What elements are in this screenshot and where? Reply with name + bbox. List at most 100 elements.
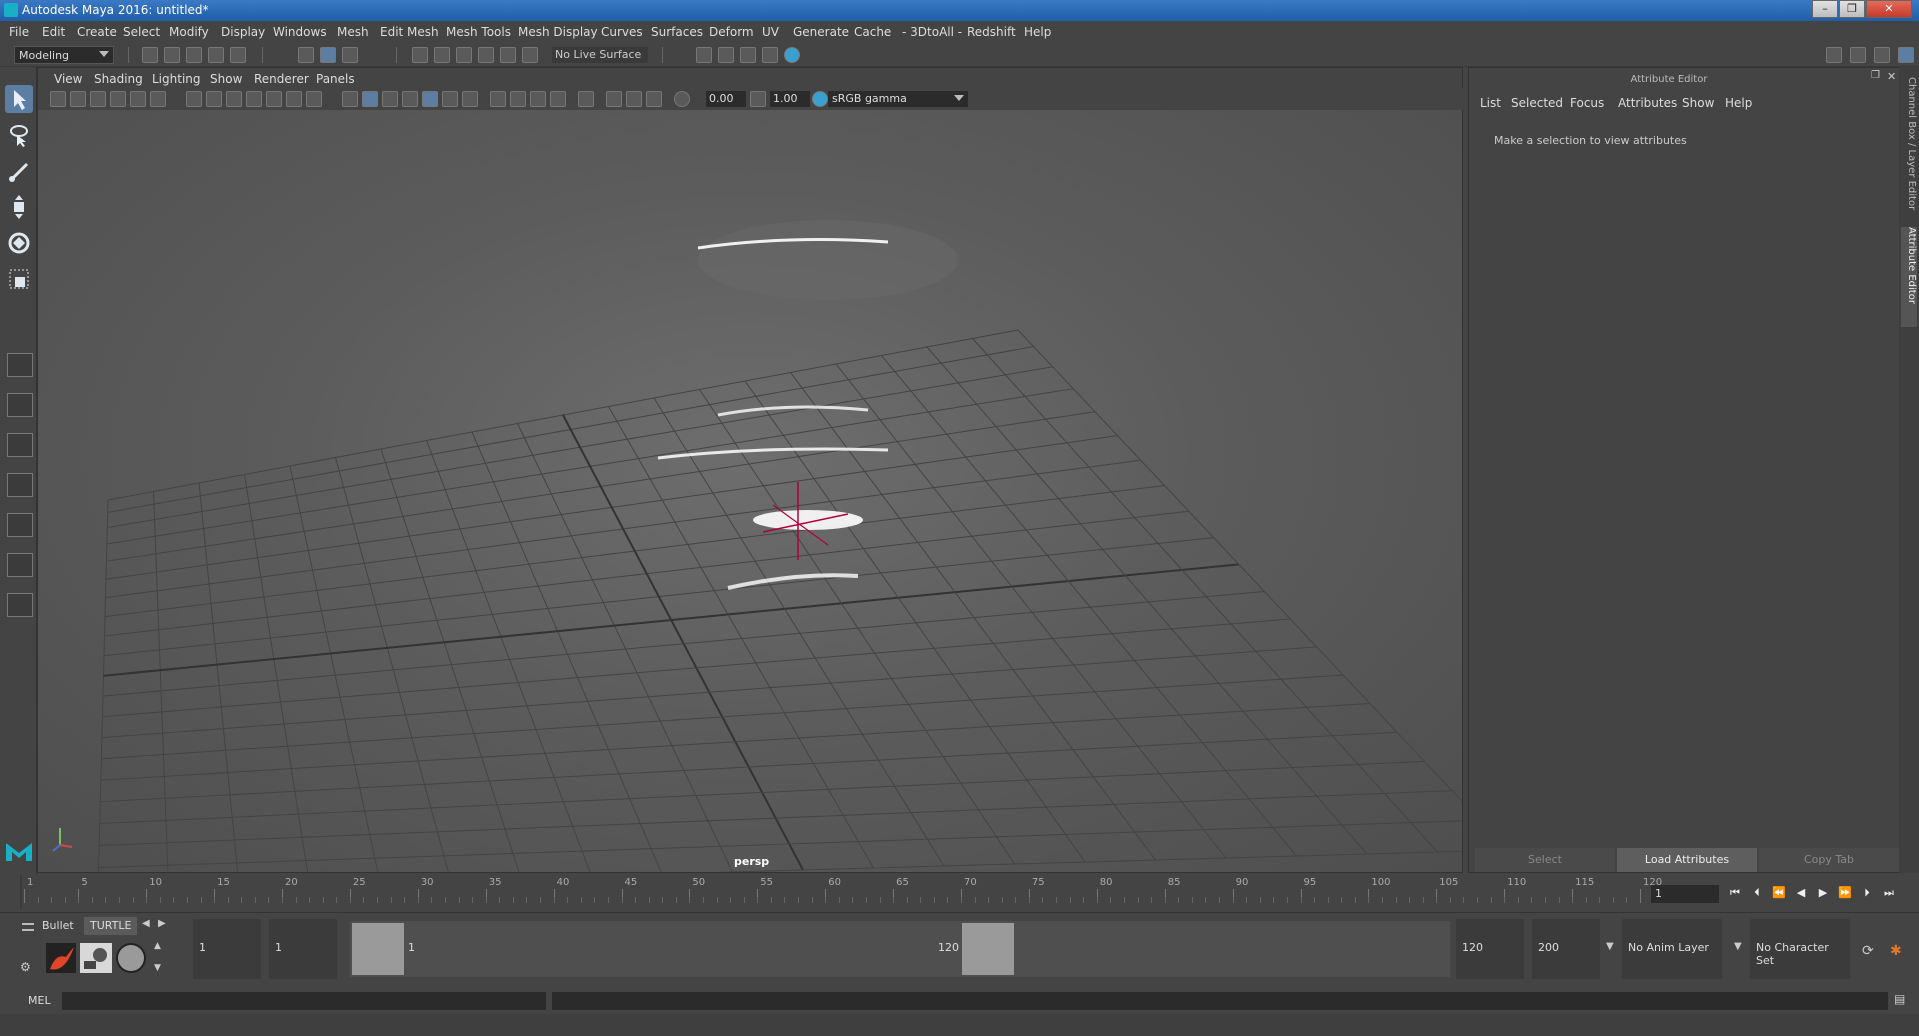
menu-windows[interactable]: Windows [273, 25, 327, 39]
wireframe-icon[interactable] [342, 91, 358, 107]
3d-viewport[interactable]: persp [38, 110, 1462, 872]
menu-help[interactable]: Help [1024, 25, 1051, 39]
go-to-end-icon[interactable]: ⏭ [1882, 886, 1896, 900]
current-frame-marker[interactable] [20, 875, 22, 909]
safe-title-icon[interactable] [306, 91, 322, 107]
ae-copy-tab-button[interactable]: Copy Tab [1759, 848, 1899, 872]
persp-graph-layout-icon[interactable] [7, 473, 33, 497]
new-scene-icon[interactable] [142, 47, 158, 63]
grid-toggle-icon[interactable] [186, 91, 202, 107]
animation-preferences-icon[interactable]: ✱ [1890, 943, 1902, 959]
shelf-render-scene-icon[interactable] [80, 943, 112, 973]
select-camera-icon[interactable] [50, 91, 66, 107]
attribute-editor-tab[interactable]: Attribute Editor [1901, 227, 1917, 327]
animation-end-field[interactable]: 200 [1532, 919, 1600, 979]
shelf-scroll-down-icon[interactable]: ▼ [154, 963, 161, 973]
playback-start-field[interactable]: 1 [269, 919, 337, 979]
range-slider[interactable]: 1 120 [350, 921, 1450, 977]
step-forward-frame-icon[interactable]: ⏵ [1860, 886, 1874, 900]
custom-layout-icon[interactable] [7, 593, 33, 617]
current-frame-field[interactable]: 1 [1651, 885, 1719, 903]
step-back-key-icon[interactable]: ⏪ [1772, 886, 1786, 900]
ae-menu-help[interactable]: Help [1725, 96, 1752, 110]
step-forward-key-icon[interactable]: ⏩ [1838, 886, 1852, 900]
auto-key-icon[interactable]: ⟳ [1862, 943, 1874, 959]
shelf-sphere-icon[interactable] [116, 943, 146, 973]
maximize-button[interactable]: ❐ [1839, 0, 1865, 18]
shelf-menu-icon[interactable] [22, 923, 34, 931]
toggle-attribute-editor-icon[interactable] [1850, 47, 1866, 63]
anti-aliasing-icon[interactable] [550, 91, 566, 107]
menu-display[interactable]: Display [221, 25, 265, 39]
close-panel-icon[interactable]: ✕ [1887, 70, 1896, 83]
menu-create[interactable]: Create [77, 25, 117, 39]
save-scene-icon[interactable] [186, 47, 202, 63]
image-plane-icon[interactable] [110, 91, 126, 107]
grease-pencil-icon[interactable] [150, 91, 166, 107]
menu-mesh[interactable]: Mesh [337, 25, 369, 39]
field-chart-icon[interactable] [266, 91, 282, 107]
textured-icon[interactable] [462, 91, 478, 107]
smooth-shade-icon[interactable] [362, 91, 378, 107]
toggle-tool-settings-icon[interactable] [1874, 47, 1890, 63]
range-start-handle[interactable] [352, 923, 404, 975]
select-by-object-icon[interactable] [320, 47, 336, 63]
lasso-tool-icon[interactable] [5, 121, 33, 149]
mel-input-field[interactable] [62, 992, 546, 1010]
snap-to-point-icon[interactable] [456, 47, 472, 63]
single-perspective-layout-icon[interactable] [7, 353, 33, 377]
panel-menu-shading[interactable]: Shading [94, 72, 143, 86]
xray-active-components-icon[interactable] [626, 91, 642, 107]
character-set-select[interactable]: No Character Set [1750, 919, 1850, 979]
gate-mask-icon[interactable] [246, 91, 262, 107]
step-back-frame-icon[interactable]: ⏴ [1750, 886, 1764, 900]
paint-select-tool-icon[interactable] [5, 157, 33, 185]
ae-menu-show[interactable]: Show [1682, 96, 1714, 110]
menu-3dtoall[interactable]: - 3DtoAll - [902, 25, 962, 39]
menu-set-select[interactable]: Modeling [14, 46, 114, 64]
ae-menu-attributes[interactable]: Attributes [1618, 96, 1677, 110]
persp-uv-layout-icon[interactable] [7, 553, 33, 577]
undo-icon[interactable] [208, 47, 224, 63]
select-by-component-icon[interactable] [342, 47, 358, 63]
live-surface-field[interactable]: No Live Surface [552, 47, 648, 63]
ae-load-attributes-button[interactable]: Load Attributes [1617, 848, 1757, 872]
2d-pan-zoom-icon[interactable] [130, 91, 146, 107]
select-by-hierarchy-icon[interactable] [298, 47, 314, 63]
playback-end-field[interactable]: 120 [1456, 919, 1524, 979]
isolate-select-icon[interactable] [578, 91, 594, 107]
hypershade-icon[interactable] [784, 47, 800, 63]
menu-edit-mesh[interactable]: Edit Mesh [380, 25, 439, 39]
ae-menu-list[interactable]: List [1480, 96, 1501, 110]
shelf-settings-gear-icon[interactable]: ⚙ [20, 960, 31, 974]
panel-menu-view[interactable]: View [54, 72, 82, 86]
scale-tool-icon[interactable] [5, 265, 33, 293]
animation-start-field[interactable]: 1 [193, 919, 261, 979]
play-backwards-icon[interactable]: ◀ [1794, 886, 1808, 900]
redo-icon[interactable] [230, 47, 246, 63]
menu-modify[interactable]: Modify [169, 25, 209, 39]
rotate-tool-icon[interactable] [5, 229, 33, 257]
render-view-icon[interactable] [696, 47, 712, 63]
script-editor-icon[interactable]: ▤ [1894, 992, 1905, 1006]
anim-layer-select[interactable]: No Anim Layer [1622, 919, 1722, 979]
shelf-scroll-up-icon[interactable]: ▲ [154, 941, 161, 951]
menu-mesh-display[interactable]: Mesh Display [518, 25, 598, 39]
panel-menu-panels[interactable]: Panels [316, 72, 355, 86]
menu-edit[interactable]: Edit [42, 25, 65, 39]
time-slider[interactable]: 1 5 10 15 20 25 30 35 40 45 50 55 60 65 70 75 80 85 90 95 10… [10, 875, 1662, 909]
gamma-field[interactable]: 1.00 [770, 91, 810, 107]
shelf-fire-effect-icon[interactable] [46, 943, 76, 973]
mel-language-label[interactable]: MEL [28, 994, 51, 1007]
safe-action-icon[interactable] [286, 91, 302, 107]
menu-curves[interactable]: Curves [601, 25, 643, 39]
resolution-gate-icon[interactable] [226, 91, 242, 107]
range-end-handle[interactable] [962, 923, 1014, 975]
exposure-field[interactable]: 0.00 [706, 91, 746, 107]
panel-menu-lighting[interactable]: Lighting [152, 72, 201, 86]
shelf-scroll-left-icon[interactable]: ◀ [142, 918, 150, 929]
menu-select[interactable]: Select [123, 25, 160, 39]
camera-attributes-icon[interactable] [70, 91, 86, 107]
move-tool-icon[interactable] [5, 193, 33, 221]
snap-to-grid-icon[interactable] [412, 47, 428, 63]
